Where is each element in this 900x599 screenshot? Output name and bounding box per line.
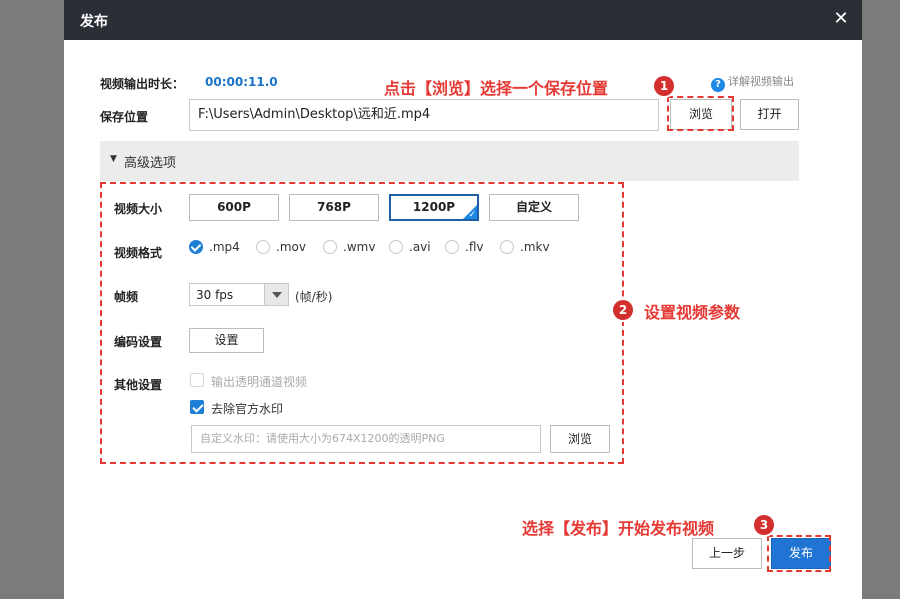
backdrop-right [862,0,900,599]
help-link[interactable]: ? 详解视频输出 [711,73,794,92]
dialog-titlebar: 发布 ✕ [64,0,862,40]
annotation-box-browse [667,96,734,131]
badge-step3: 3 [754,515,774,535]
badge-step2: 2 [613,300,633,320]
question-icon: ? [711,78,725,92]
annotation-box-publish [767,535,831,572]
advanced-options-toggle[interactable]: ▼ 高级选项 [100,141,799,181]
save-location-label: 保存位置 [100,110,149,124]
save-path-input[interactable]: F:\Users\Admin\Desktop\远和近.mp4 [189,99,659,131]
dialog-title: 发布 [80,14,108,30]
duration-value: 00:00:11.0 [205,75,278,89]
duration-label: 视频输出时长： [100,77,185,91]
close-icon[interactable]: ✕ [830,8,852,30]
annotation-step2: 设置视频参数 [644,303,741,322]
triangle-down-icon: ▼ [110,154,117,164]
open-button[interactable]: 打开 [740,99,799,130]
backdrop-left [0,0,64,599]
previous-step-button[interactable]: 上一步 [692,538,762,569]
help-link-text: 详解视频输出 [728,75,794,88]
annotation-step1: 点击【浏览】选择一个保存位置 [384,79,609,98]
badge-step1: 1 [654,76,674,96]
annotation-step3: 选择【发布】开始发布视频 [522,519,715,538]
advanced-options-label: 高级选项 [124,156,177,171]
annotation-box-parameters [100,182,624,464]
publish-dialog: 发布 ✕ 视频输出时长： 00:00:11.0 ? 详解视频输出 保存位置 F:\… [64,0,862,599]
